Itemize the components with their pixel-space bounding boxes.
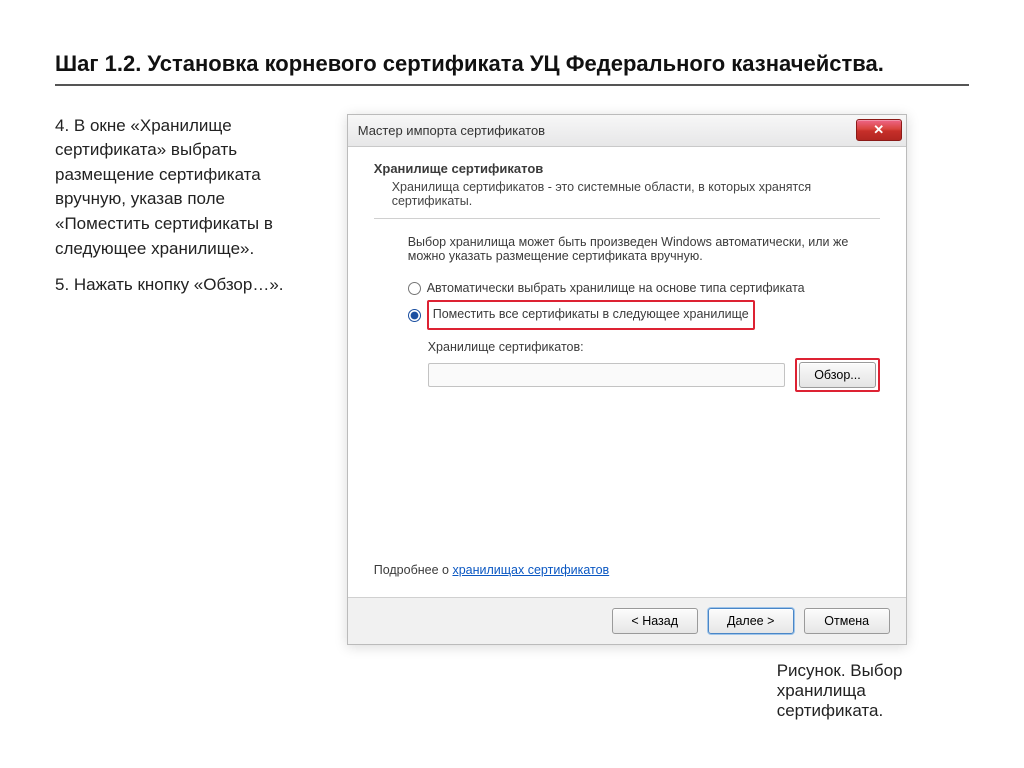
content-row: 4. В окне «Хранилище сертификата» выбрат… bbox=[55, 114, 969, 721]
radio-auto[interactable] bbox=[408, 282, 421, 295]
back-label: < Назад bbox=[631, 614, 678, 628]
learn-prefix: Подробнее о bbox=[374, 563, 453, 577]
instruction-step-4: 4. В окне «Хранилище сертификата» выбрат… bbox=[55, 114, 317, 262]
radio-manual-row[interactable]: Поместить все сертификаты в следующее хр… bbox=[408, 300, 880, 330]
cancel-label: Отмена bbox=[824, 614, 869, 628]
learn-link[interactable]: хранилищах сертификатов bbox=[452, 563, 609, 577]
cert-import-dialog: Мастер импорта сертификатов ✕ Хранилище … bbox=[347, 114, 907, 645]
learn-more: Подробнее о хранилищах сертификатов bbox=[374, 563, 609, 577]
titlebar[interactable]: Мастер импорта сертификатов ✕ bbox=[348, 115, 906, 147]
store-input[interactable] bbox=[428, 363, 785, 387]
store-row: Обзор... bbox=[428, 358, 880, 392]
browse-button[interactable]: Обзор... bbox=[799, 362, 876, 388]
dialog-footer: < Назад Далее > Отмена bbox=[348, 597, 906, 644]
separator bbox=[374, 218, 880, 219]
instruction-step-5: 5. Нажать кнопку «Обзор…». bbox=[55, 273, 317, 298]
next-button[interactable]: Далее > bbox=[708, 608, 794, 634]
page-heading: Шаг 1.2. Установка корневого сертификата… bbox=[55, 50, 969, 86]
back-button[interactable]: < Назад bbox=[612, 608, 698, 634]
browse-highlight: Обзор... bbox=[795, 358, 880, 392]
section-desc: Хранилища сертификатов - это системные о… bbox=[392, 180, 880, 208]
section-title: Хранилище сертификатов bbox=[374, 161, 880, 176]
radio-auto-row[interactable]: Автоматически выбрать хранилище на основ… bbox=[408, 277, 880, 301]
radio-auto-label: Автоматически выбрать хранилище на основ… bbox=[427, 277, 805, 301]
store-field-label: Хранилище сертификатов: bbox=[428, 340, 880, 354]
instructions: 4. В окне «Хранилище сертификата» выбрат… bbox=[55, 114, 317, 721]
body-text: Выбор хранилища может быть произведен Wi… bbox=[408, 235, 880, 263]
close-icon: ✕ bbox=[873, 122, 884, 138]
radio-manual-label: Поместить все сертификаты в следующее хр… bbox=[427, 300, 755, 330]
dialog-body: Хранилище сертификатов Хранилища сертифи… bbox=[348, 147, 906, 597]
figure-caption: Рисунок. Выбор хранилища сертификата. bbox=[347, 661, 969, 721]
radio-manual[interactable] bbox=[408, 309, 421, 322]
radio-group: Автоматически выбрать хранилище на основ… bbox=[408, 277, 880, 331]
close-button[interactable]: ✕ bbox=[856, 119, 902, 141]
next-label: Далее > bbox=[727, 614, 774, 628]
screenshot-column: Мастер импорта сертификатов ✕ Хранилище … bbox=[347, 114, 969, 721]
cancel-button[interactable]: Отмена bbox=[804, 608, 890, 634]
window-title: Мастер импорта сертификатов bbox=[358, 123, 545, 138]
